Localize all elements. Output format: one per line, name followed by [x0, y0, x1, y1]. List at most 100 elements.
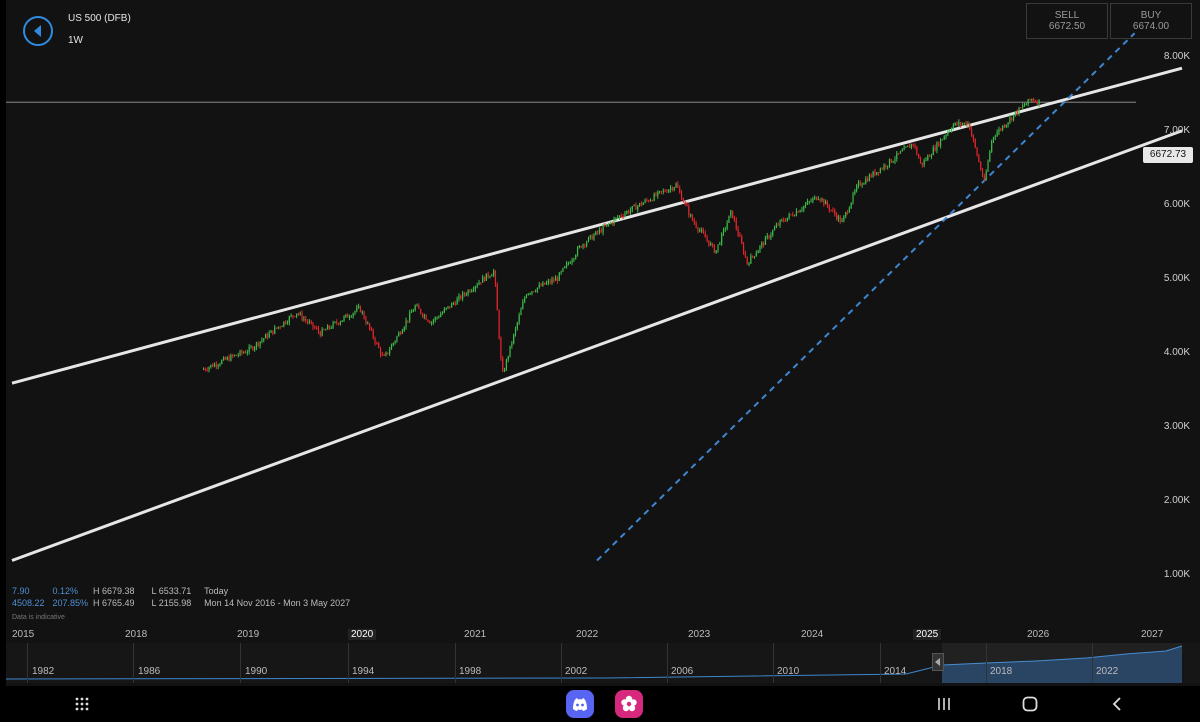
candle-down — [741, 236, 743, 244]
candle-up — [863, 183, 865, 185]
info-row-range: 4508.22 207.85% H 6765.49 L 2155.98 Mon … — [12, 598, 350, 608]
candle-down — [918, 154, 920, 159]
candle-up — [845, 212, 847, 217]
flower-app-button[interactable] — [614, 690, 644, 718]
candle-up — [801, 209, 803, 211]
candle-down — [819, 198, 821, 201]
candle-down — [870, 175, 872, 177]
candle-up — [587, 237, 590, 242]
candle-up — [952, 124, 954, 129]
chart-frame[interactable]: US 500 (DFB) 1W SELL 6672.50 BUY 6674.00… — [6, 0, 1200, 686]
candle-down — [874, 171, 876, 175]
candle-down — [483, 276, 486, 281]
candle-up — [927, 155, 929, 160]
candle-up — [876, 172, 878, 175]
candle-up — [219, 363, 221, 366]
interval-selector[interactable]: 1W — [68, 35, 83, 46]
y-axis-label: 4.00K — [1163, 347, 1190, 358]
candle-down — [368, 323, 371, 329]
change-percent: 207.85% — [52, 598, 89, 608]
candle-up — [598, 229, 601, 233]
candle-down — [763, 242, 765, 245]
candle-up — [779, 220, 781, 226]
candle-up — [637, 205, 639, 210]
candle-up — [710, 243, 712, 246]
candle-up — [721, 233, 723, 244]
candle-up — [629, 209, 632, 213]
candle-up — [531, 291, 533, 294]
back-button[interactable] — [23, 16, 53, 46]
y-axis-label: 5.00K — [1163, 273, 1190, 284]
candle-up — [440, 314, 442, 317]
candle-down — [292, 315, 294, 317]
navigator-tick — [667, 643, 668, 683]
candle-up — [478, 282, 480, 285]
candle-down — [735, 219, 737, 229]
candle-down — [224, 357, 227, 360]
candle-up — [281, 326, 283, 328]
candle-down — [881, 168, 883, 170]
candle-up — [719, 243, 721, 245]
candle-down — [916, 147, 918, 155]
navigator-tick — [880, 643, 881, 683]
candle-up — [717, 244, 719, 251]
candle-up — [389, 349, 391, 354]
navigator-handle[interactable] — [932, 653, 944, 671]
candle-down — [427, 319, 429, 322]
home-button[interactable] — [1016, 690, 1044, 718]
candle-up — [766, 235, 768, 238]
candle-down — [257, 342, 259, 346]
candle-down — [317, 328, 320, 332]
candle-down — [914, 144, 916, 148]
candle-up — [925, 159, 927, 161]
candle-up — [295, 313, 298, 317]
back-nav-button[interactable] — [1103, 690, 1131, 718]
candle-down — [666, 191, 668, 193]
sell-button[interactable]: SELL 6672.50 — [1026, 3, 1108, 39]
candle-up — [930, 155, 933, 157]
candle-down — [600, 229, 602, 233]
candle-up — [423, 315, 425, 317]
candle-down — [640, 203, 642, 205]
candle-down — [421, 313, 424, 317]
candle-down — [279, 326, 281, 328]
candle-up — [505, 359, 507, 370]
candle-up — [662, 190, 664, 192]
candle-up — [810, 201, 812, 203]
navigator-year: 2022 — [1096, 666, 1119, 677]
navigator-year: 1986 — [138, 666, 161, 677]
candle-up — [567, 263, 570, 265]
navigator-year: 1998 — [459, 666, 482, 677]
candle-down — [768, 235, 770, 238]
candle-up — [657, 191, 659, 196]
candle-up — [578, 246, 580, 248]
candle-down — [540, 284, 542, 287]
candle-down — [956, 122, 958, 125]
candle-up — [303, 318, 305, 320]
price-chart[interactable] — [6, 0, 1200, 686]
candle-up — [1031, 99, 1033, 101]
candle-down — [378, 343, 380, 348]
candle-down — [790, 214, 792, 216]
buy-button[interactable]: BUY 6674.00 — [1110, 3, 1192, 39]
candle-up — [465, 294, 467, 296]
app-grid-button[interactable] — [68, 690, 96, 718]
candle-down — [266, 334, 269, 338]
candle-up — [458, 295, 460, 299]
candle-down — [713, 244, 715, 253]
time-navigator[interactable]: 1982 1986 1990 1994 1998 2002 2006 2010 … — [6, 643, 1200, 683]
candle-down — [460, 295, 462, 299]
system-nav-bar — [0, 686, 1200, 722]
buy-label: BUY — [1140, 10, 1162, 21]
candle-down — [711, 243, 714, 245]
last-price-tag: 6672.73 — [1143, 147, 1193, 163]
candle-up — [513, 334, 515, 344]
recents-button[interactable] — [930, 690, 958, 718]
discord-app-button[interactable] — [565, 690, 595, 718]
candle-up — [887, 165, 889, 168]
candle-down — [469, 290, 471, 292]
candle-up — [246, 351, 248, 353]
candle-down — [885, 165, 887, 168]
x-axis-label: 2022 — [576, 629, 599, 640]
candle-up — [690, 214, 692, 216]
